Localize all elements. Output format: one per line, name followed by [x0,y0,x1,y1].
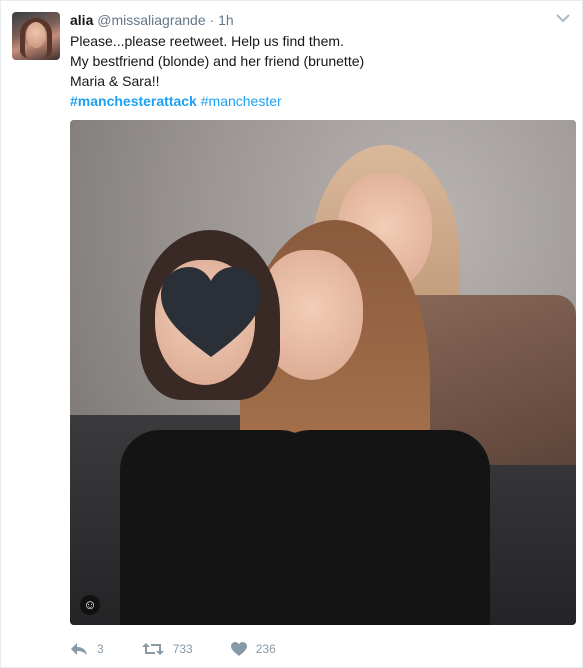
like-button[interactable]: 236 [230,642,276,656]
avatar-face [26,22,46,48]
hashtag-manchesterattack[interactable]: #manchesterattack [70,93,197,109]
tweet-text-line: Maria & Sara!! [70,73,160,89]
retweet-icon [141,643,164,655]
reply-icon [71,643,87,655]
tweet-text: Please...please reetweet. Help us find t… [70,31,570,111]
tweet-actions: 3 733 236 [70,639,314,659]
tweet-text-line: Please...please reetweet. Help us find t… [70,33,344,49]
hashtag-line: #manchesterattack #manchester [70,91,570,111]
username[interactable]: @missaliagrande [97,12,205,28]
caret-down-icon[interactable] [554,11,572,25]
smiley-icon[interactable]: ☺ [80,595,100,615]
tweet-header: alia @missaliagrande · 1h [70,11,234,29]
retweet-button[interactable]: 733 [141,642,193,656]
tweet-card[interactable]: alia @missaliagrande · 1h Please...pleas… [0,0,583,668]
heart-icon [230,642,247,656]
separator: · [209,12,215,28]
tweet-text-line: My bestfriend (blonde) and her friend (b… [70,53,365,69]
heart-censor-icon [161,267,261,357]
hashtag-manchester[interactable]: #manchester [201,93,282,109]
like-count: 236 [255,642,276,656]
fullname[interactable]: alia [70,12,93,28]
reply-button[interactable]: 3 [70,642,104,656]
retweet-count: 733 [172,642,193,656]
reply-count: 3 [97,642,104,656]
avatar[interactable] [12,12,60,60]
tweet-photo[interactable]: ☺ [70,120,576,625]
timestamp[interactable]: 1h [218,12,234,28]
